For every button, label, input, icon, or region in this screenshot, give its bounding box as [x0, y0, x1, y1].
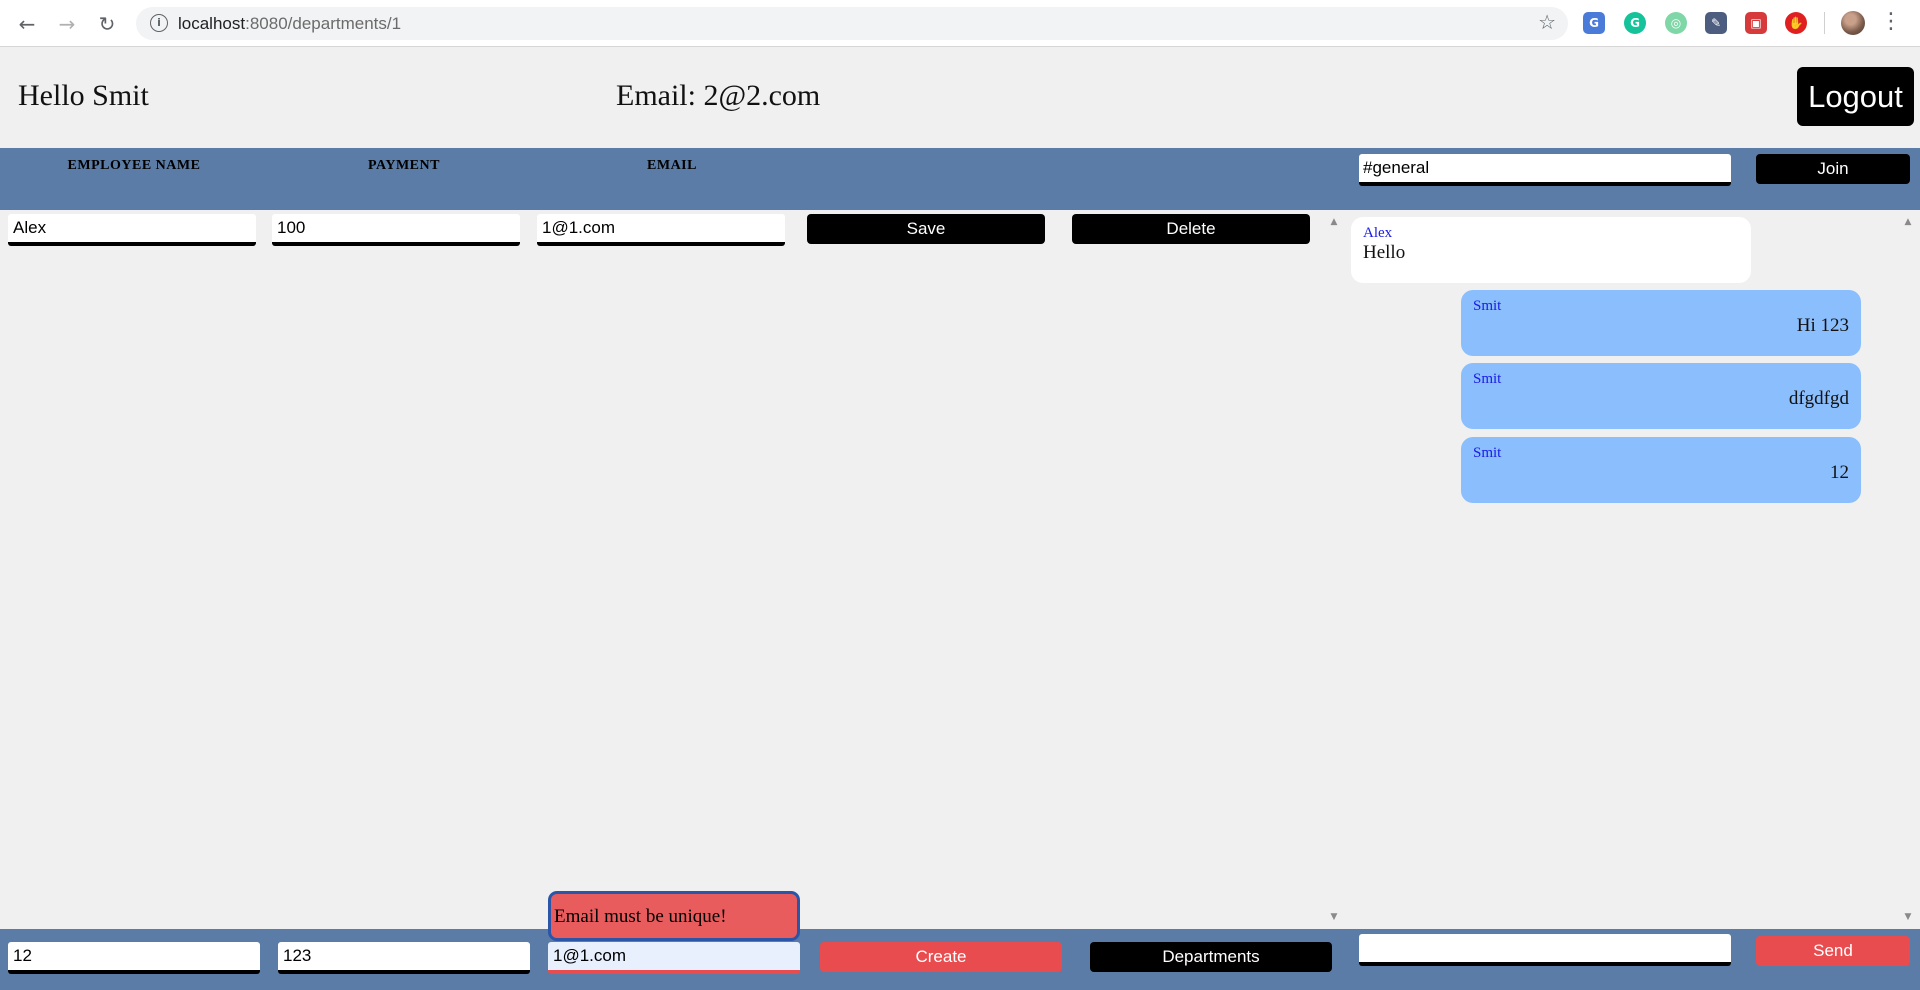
- save-button[interactable]: Save: [807, 214, 1045, 244]
- greeting: Hello Smit: [18, 79, 149, 112]
- message-author: Smit: [1473, 371, 1502, 387]
- column-header-email: EMAIL: [647, 158, 697, 173]
- google-translate-icon[interactable]: G: [1583, 12, 1605, 34]
- eyedropper-icon[interactable]: ✎: [1705, 12, 1727, 34]
- reload-icon[interactable]: ↻: [94, 11, 120, 37]
- message-author: Alex: [1363, 225, 1393, 241]
- departments-button[interactable]: Departments: [1090, 942, 1332, 972]
- channel-input[interactable]: [1359, 154, 1731, 186]
- create-button[interactable]: Create: [820, 942, 1062, 972]
- chat-message: Smit Hi 123: [1461, 290, 1861, 356]
- send-button[interactable]: Send: [1756, 936, 1910, 966]
- message-text: 12: [1830, 462, 1849, 483]
- new-employee-name-field[interactable]: 12: [8, 942, 260, 974]
- rc-extension-icon[interactable]: ▣: [1745, 12, 1767, 34]
- delete-button[interactable]: Delete: [1072, 214, 1310, 244]
- bookmark-star-icon[interactable]: ☆: [1538, 10, 1556, 34]
- message-text: dfgdfgd: [1788, 388, 1849, 409]
- chat-scroll-up-icon[interactable]: ▲: [1902, 217, 1914, 227]
- table-header-bar: EMPLOYEE NAME PAYMENT EMAIL Join: [0, 148, 1920, 210]
- url-text[interactable]: localhost:8080/departments/1: [178, 14, 401, 34]
- url-host: localhost: [178, 14, 246, 33]
- validation-error-tooltip: Email must be unique!: [548, 891, 800, 941]
- column-header-payment: PAYMENT: [368, 158, 440, 173]
- color-circle-icon[interactable]: ◎: [1665, 12, 1687, 34]
- employee-name-field[interactable]: Alex: [8, 214, 256, 246]
- employees-scroll-down-icon[interactable]: ▼: [1328, 912, 1340, 922]
- browser-toolbar: ← → ↻ i localhost:8080/departments/1 ☆ G…: [0, 0, 1920, 47]
- chat-scroll-down-icon[interactable]: ▼: [1902, 912, 1914, 922]
- new-employee-payment-field[interactable]: 123: [278, 942, 530, 974]
- back-icon[interactable]: ←: [14, 11, 40, 37]
- employees-scroll-up-icon[interactable]: ▲: [1328, 217, 1340, 227]
- message-text: Hello: [1363, 242, 1406, 263]
- message-text: Hi 123: [1796, 315, 1849, 336]
- profile-avatar[interactable]: [1841, 11, 1865, 35]
- chat-message: Alex Hello: [1351, 217, 1751, 283]
- chat-message: Smit 12: [1461, 437, 1861, 503]
- browser-menu-icon[interactable]: ⋮: [1880, 9, 1902, 34]
- forward-icon[interactable]: →: [54, 11, 80, 37]
- message-author: Smit: [1473, 445, 1502, 461]
- grammarly-icon[interactable]: G: [1624, 12, 1646, 34]
- logout-button[interactable]: Logout: [1797, 67, 1914, 126]
- join-button[interactable]: Join: [1756, 154, 1910, 184]
- message-author: Smit: [1473, 298, 1502, 314]
- address-bar[interactable]: i localhost:8080/departments/1 ☆: [136, 7, 1568, 40]
- toolbar-divider: [1824, 12, 1825, 34]
- user-email: Email: 2@2.com: [616, 79, 821, 112]
- adblock-icon[interactable]: ✋: [1785, 12, 1807, 34]
- chat-message: Smit dfgdfgd: [1461, 363, 1861, 429]
- site-info-icon[interactable]: i: [150, 14, 168, 32]
- employee-payment-field[interactable]: 100: [272, 214, 520, 246]
- new-employee-email-field[interactable]: 1@1.com: [548, 942, 800, 974]
- column-header-employee-name: EMPLOYEE NAME: [67, 158, 201, 173]
- url-path: :8080/departments/1: [245, 14, 402, 33]
- message-input[interactable]: [1359, 934, 1731, 966]
- employee-email-field[interactable]: 1@1.com: [537, 214, 785, 246]
